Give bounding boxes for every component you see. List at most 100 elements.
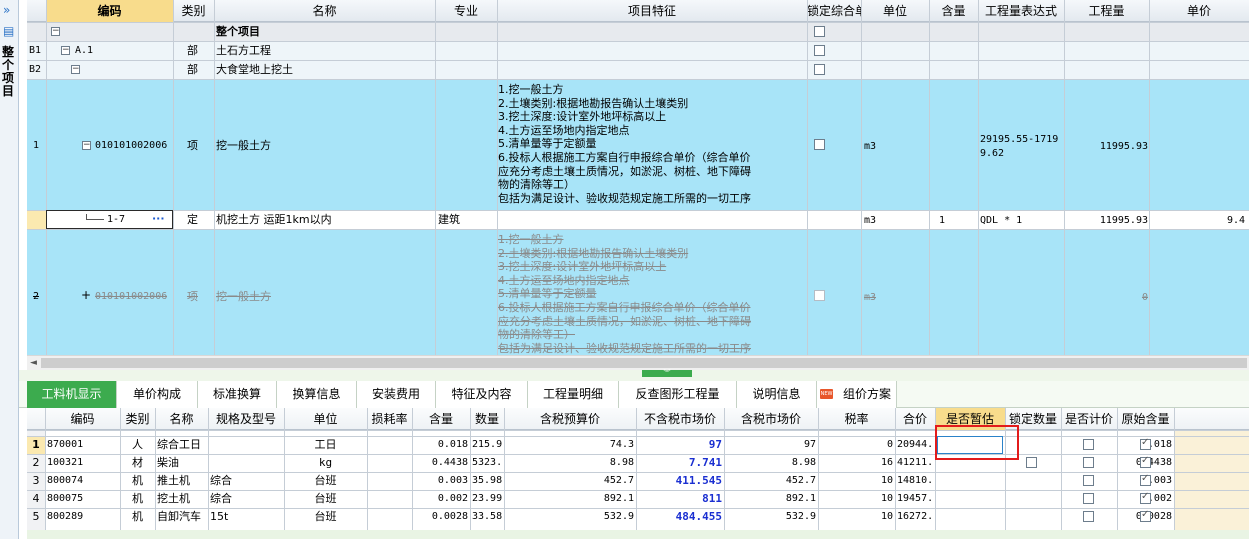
row-index: 1 — [32, 438, 40, 451]
material-row[interactable]: 1 870001 人 综合工日 工日 0.018 215.9267 74.3 97 97 0 2094… — [27, 436, 1249, 454]
lock-price-checkbox[interactable] — [814, 26, 825, 37]
material-quantity[interactable]: 33.5886 — [472, 510, 502, 524]
collapse-item-1-toggle[interactable]: − — [82, 141, 91, 150]
lock-quantity-checkbox[interactable] — [1083, 511, 1094, 522]
tab-standard-conversion[interactable]: 标准换算 — [198, 381, 277, 408]
item-features[interactable]: 1.挖一般土方 2.土壤类别:根据地勘报告确认土壤类别 3.挖土深度:设计室外地坪标… — [498, 233, 780, 355]
lock-quantity-checkbox[interactable] — [1083, 475, 1094, 486]
lock-price-checkbox[interactable] — [814, 64, 825, 75]
tab-features-content[interactable]: 特征及内容 — [436, 381, 528, 408]
material-code: 800074 — [47, 475, 84, 486]
material-row[interactable]: 5 800289 机 自卸汽车 15t 台班 0.0028 33.5886 532.9 484.4… — [27, 508, 1249, 526]
material-content[interactable]: 0.002 — [414, 492, 468, 506]
tab-reverse-graphic-quantity[interactable]: 反查图形工程量 — [619, 381, 737, 408]
column-header-budget-price[interactable]: 含税预算价 — [504, 412, 636, 426]
is-priced-checkbox[interactable] — [1140, 491, 1151, 504]
feature-line: 应充分考虑土壤土质情况，如淤泥、树桩、地下障碍 — [498, 314, 751, 328]
material-total[interactable]: 14810.6 — [897, 474, 933, 488]
column-header-major[interactable]: 专业 — [435, 4, 497, 18]
collapse-b1-toggle[interactable]: − — [61, 46, 70, 55]
material-row[interactable]: 3 800074 机 推土机 综合 台班 0.003 35.9878 452.7 411.545 4… — [27, 472, 1249, 490]
column-header-content[interactable]: 含量 — [412, 412, 470, 426]
column-header-lock-quantity[interactable]: 锁定数量 — [1005, 412, 1061, 426]
is-priced-checkbox[interactable] — [1140, 509, 1151, 522]
row-name: 土石方工程 — [216, 44, 271, 57]
material-total[interactable]: 20944.89 — [897, 438, 933, 452]
tab-quantity-detail[interactable]: 工程量明细 — [528, 381, 619, 408]
material-total[interactable]: 41211.49 — [897, 456, 933, 470]
column-header-price[interactable]: 单价 — [1149, 4, 1249, 18]
material-content[interactable]: 0.018 — [414, 438, 468, 452]
column-header-spec[interactable]: 规格及型号 — [208, 412, 284, 426]
column-header-expression[interactable]: 工程量表达式 — [978, 4, 1064, 18]
is-estimated-checkbox[interactable] — [1026, 457, 1037, 468]
column-header-loss-rate[interactable]: 损耗率 — [367, 412, 412, 426]
material-row[interactable]: 2 100321 材 柴油 kg 0.4438 5323.7937 8.98 7.741 8.98… — [27, 454, 1249, 472]
column-divider — [807, 0, 808, 355]
column-header-type[interactable]: 类别 — [120, 412, 155, 426]
column-header-total[interactable]: 合价 — [895, 412, 935, 426]
column-header-unit[interactable]: 单位 — [284, 412, 367, 426]
tab-conversion-info[interactable]: 换算信息 — [277, 381, 357, 408]
item-expr-line2: 9.62 — [980, 148, 1005, 159]
tab-material-display[interactable]: 工料机显示 — [27, 381, 117, 408]
column-header-code[interactable]: 编码 — [45, 412, 120, 426]
column-header-is-estimated[interactable]: 是否暂估 — [935, 412, 1005, 426]
column-header-name[interactable]: 名称 — [214, 4, 435, 18]
column-header-unit[interactable]: 单位 — [861, 4, 929, 18]
collapse-b2-toggle[interactable]: − — [71, 65, 80, 74]
scrollbar-thumb[interactable] — [41, 358, 1247, 368]
material-quantity[interactable]: 23.9919 — [472, 492, 502, 506]
material-quantity[interactable]: 35.9878 — [472, 474, 502, 488]
lock-price-checkbox[interactable] — [814, 45, 825, 56]
row-b1[interactable] — [27, 41, 1249, 60]
item-features[interactable]: 1.挖一般土方 2.土壤类别:根据地勘报告确认土壤类别 3.挖土深度:设计室外地坪标… — [498, 83, 780, 205]
column-header-tax-rate[interactable]: 税率 — [818, 412, 895, 426]
lock-quantity-checkbox[interactable] — [1083, 457, 1094, 468]
expand-item-2-toggle[interactable]: + — [81, 288, 91, 302]
column-header-quantity[interactable]: 工程量 — [1064, 4, 1149, 18]
expand-chevron-icon[interactable]: » — [3, 3, 10, 17]
column-header-market-price-ex-tax[interactable]: 不含税市场价 — [636, 412, 724, 426]
row-b2[interactable] — [27, 60, 1249, 79]
lock-quantity-checkbox[interactable] — [1083, 439, 1094, 450]
is-priced-checkbox[interactable] — [1140, 437, 1151, 450]
column-header-name[interactable]: 名称 — [155, 412, 208, 426]
material-quantity[interactable]: 5323.7937 — [472, 456, 502, 470]
column-header-is-priced[interactable]: 是否计价 — [1061, 412, 1117, 426]
material-unit: 台班 — [314, 492, 337, 505]
column-header-lock-price[interactable]: 锁定综合单价 — [807, 4, 861, 18]
scroll-left-arrow-icon[interactable]: ◄ — [30, 358, 37, 368]
tab-installation-cost[interactable]: 安装费用 — [357, 381, 436, 408]
material-quantity[interactable]: 215.9267 — [472, 438, 502, 452]
material-content[interactable]: 0.0028 — [414, 510, 468, 524]
lock-price-checkbox[interactable] — [814, 139, 825, 150]
tab-unit-price-composition[interactable]: 单价构成 — [117, 381, 198, 408]
column-header-content[interactable]: 含量 — [929, 4, 978, 18]
material-content[interactable]: 0.003 — [414, 474, 468, 488]
collapse-project-toggle[interactable]: − — [51, 27, 60, 36]
document-icon[interactable]: ▤ — [3, 24, 14, 38]
column-header-quantity[interactable]: 数量 — [470, 412, 504, 426]
panel-splitter[interactable]: ︾ — [19, 370, 1249, 381]
lock-price-checkbox[interactable] — [814, 290, 825, 301]
column-header-type[interactable]: 类别 — [173, 4, 214, 18]
row-project[interactable] — [27, 22, 1249, 41]
column-header-original-content[interactable]: 原始含量 — [1117, 412, 1174, 426]
column-header-code[interactable]: 编码 — [46, 4, 173, 18]
material-total[interactable]: 19457.43 — [897, 492, 933, 506]
column-header-features[interactable]: 项目特征 — [497, 4, 807, 18]
more-options-button[interactable]: ··· — [152, 212, 165, 226]
lock-quantity-checkbox[interactable] — [1083, 493, 1094, 504]
material-content[interactable]: 0.4438 — [414, 456, 468, 470]
material-total[interactable]: 16272.17 — [897, 510, 933, 524]
is-priced-checkbox[interactable] — [1140, 455, 1151, 468]
is-priced-checkbox[interactable] — [1140, 473, 1151, 486]
collapse-panel-button[interactable]: ︾ — [642, 370, 692, 377]
material-row[interactable]: 4 800075 机 挖土机 综合 台班 0.002 23.9919 892.1 811 892.1… — [27, 490, 1249, 508]
column-header-market-price[interactable]: 含税市场价 — [724, 412, 818, 426]
horizontal-scrollbar[interactable]: ◄ — [27, 355, 1249, 370]
tab-description-info[interactable]: 说明信息 — [737, 381, 817, 408]
tab-pricing-scheme[interactable]: NEW 组价方案 — [817, 381, 897, 408]
feature-line: 5.清单量等于定额量 — [498, 137, 597, 151]
